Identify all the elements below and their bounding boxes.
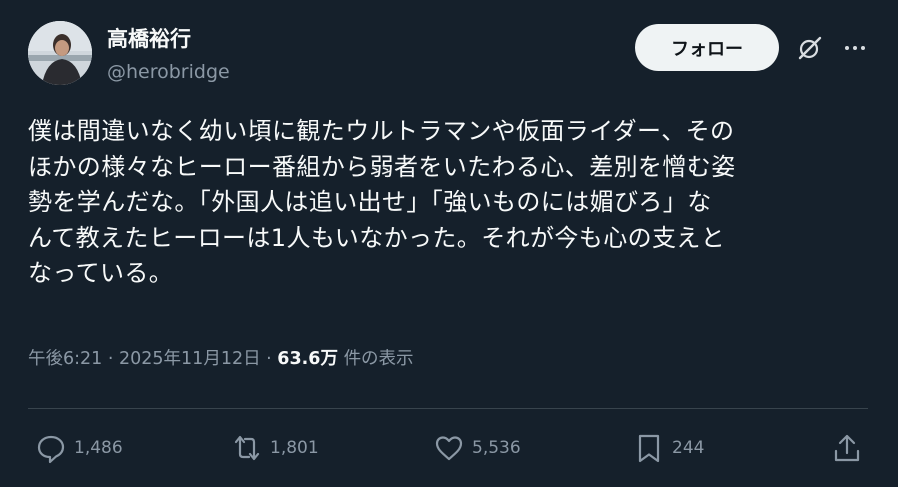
meta-separator: ·	[102, 349, 120, 369]
bookmark-icon	[638, 434, 660, 463]
reply-button[interactable]: 1,486	[34, 428, 123, 468]
tweet-date[interactable]: 2025年11月12日	[119, 349, 261, 369]
tweet-time[interactable]: 午後6:21	[28, 349, 102, 369]
like-button[interactable]: 5,536	[432, 428, 521, 468]
bookmark-button[interactable]: 244	[632, 428, 704, 468]
tweet-text: 僕は間違いなく幼い頃に観たウルトラマンや仮面ライダー、その ほかの様々なヒーロー…	[28, 117, 736, 287]
author-name[interactable]: 高橋裕行	[107, 26, 191, 52]
divider	[28, 408, 868, 409]
more-icon[interactable]	[840, 33, 870, 63]
retweet-icon	[234, 435, 260, 461]
avatar[interactable]	[28, 21, 92, 85]
share-icon	[834, 434, 860, 462]
share-button[interactable]	[830, 428, 864, 468]
follow-button[interactable]: フォロー	[635, 24, 779, 71]
reply-icon	[37, 435, 65, 464]
retweet-button[interactable]: 1,801	[230, 428, 319, 468]
view-label: 件の表示	[343, 349, 414, 369]
action-bar: 1,486 1,801 5,536 244	[0, 428, 898, 468]
grok-icon[interactable]	[795, 33, 825, 63]
like-icon	[435, 436, 463, 461]
like-count: 5,536	[472, 438, 521, 458]
tweet-meta: 午後6:21 · 2025年11月12日 · 63.6万 件の表示	[28, 346, 414, 372]
view-count: 63.6万	[277, 349, 338, 369]
reply-count: 1,486	[74, 438, 123, 458]
retweet-count: 1,801	[270, 438, 319, 458]
meta-separator: ·	[260, 349, 278, 369]
author-handle[interactable]: @herobridge	[107, 60, 230, 84]
bookmark-count: 244	[672, 438, 705, 458]
avatar-image	[28, 21, 92, 85]
